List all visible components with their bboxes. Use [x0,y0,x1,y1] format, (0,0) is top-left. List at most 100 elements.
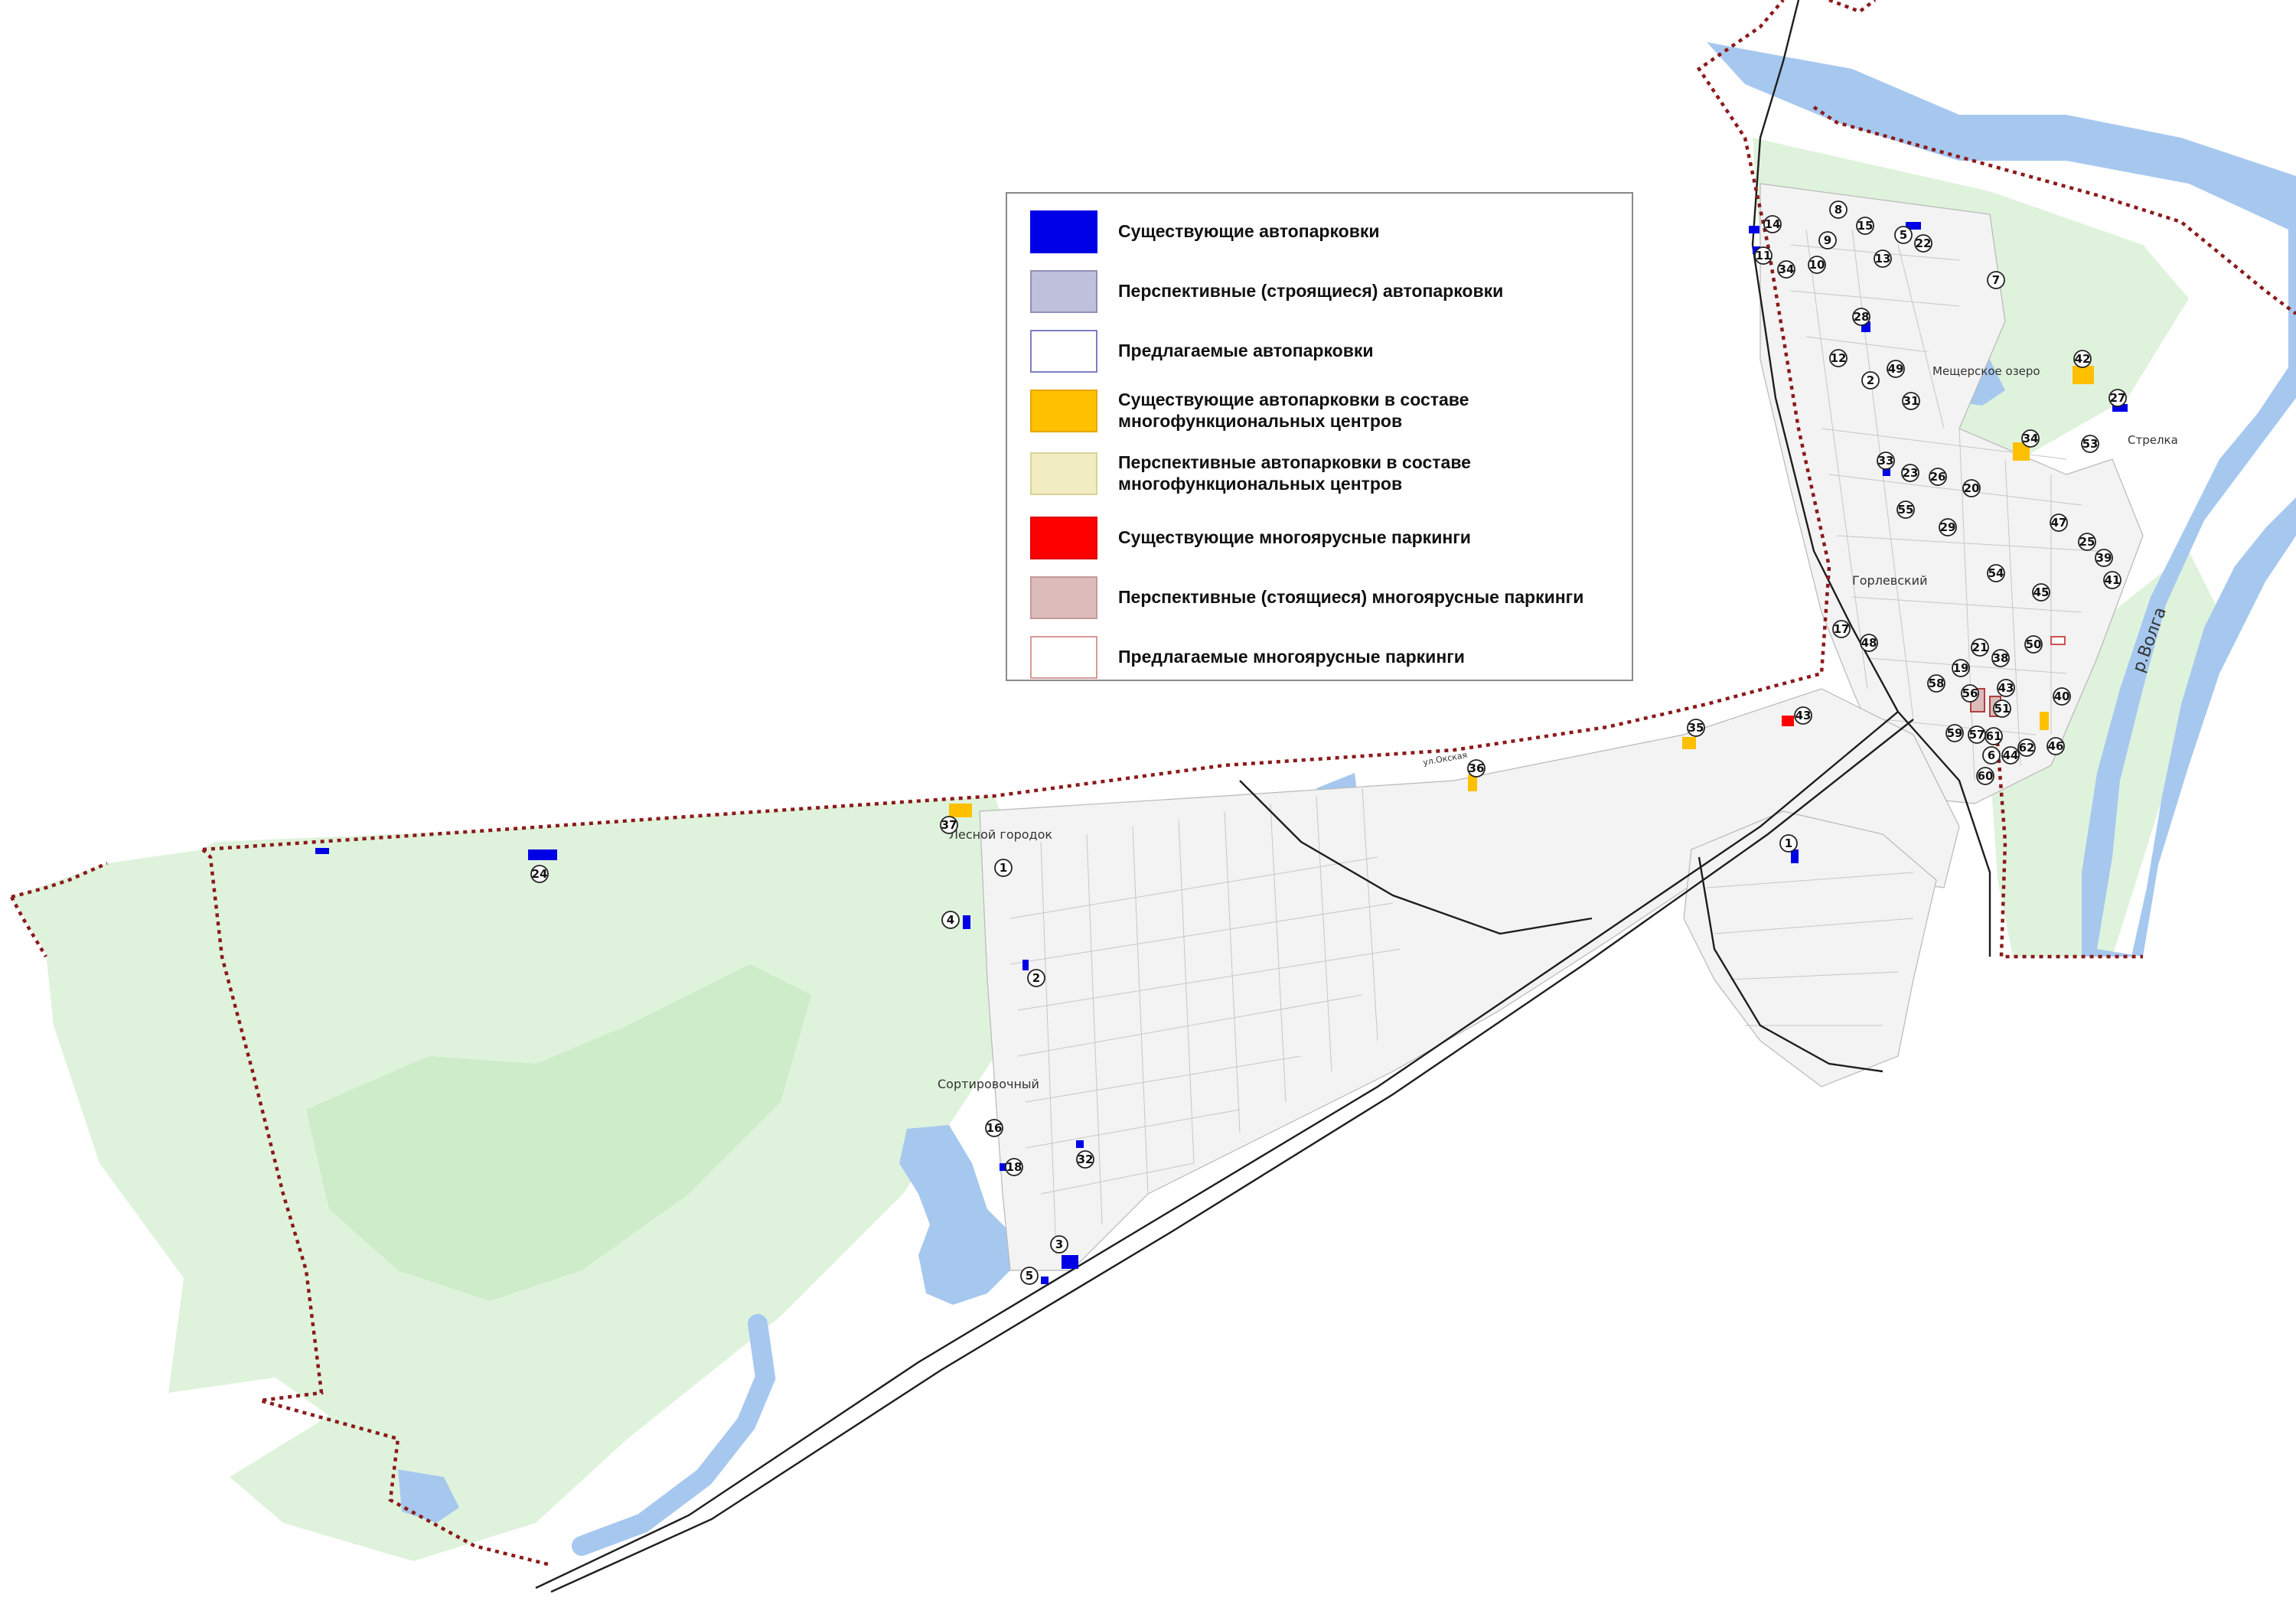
legend-label: Перспективные автопарковки в составе мно… [1118,452,1471,494]
marker-number: 34 [2023,432,2039,445]
legend-label: Предлагаемые многоярусные паркинги [1118,647,1465,667]
parking-number-marker: 26 [1929,468,1947,486]
parking-number-marker: 34 [2021,429,2040,448]
marker-number: 62 [2019,741,2035,755]
parking-number-marker: 59 [1945,724,1964,742]
marker-number: 3 [1055,1237,1063,1251]
marker-number: 45 [2033,585,2050,599]
marker-number: 31 [1903,394,1919,408]
parking-number-marker: 2 [1861,371,1880,390]
parking-existing [1041,1277,1049,1284]
parking-existing [963,915,970,929]
marker-number: 32 [1078,1153,1094,1166]
parking-number-marker: 13 [1874,249,1892,268]
parking-existing [528,849,557,860]
marker-number: 51 [1994,702,2011,716]
multilevel-existing [1782,716,1794,726]
parking-number-marker: 31 [1902,392,1920,410]
marker-number: 58 [1929,677,1945,690]
parking-existing [1749,226,1760,233]
parking-number-marker: 19 [1952,659,1970,677]
marker-number: 47 [2051,516,2067,530]
parking-number-marker: 18 [1005,1158,1023,1176]
marker-number: 28 [1854,310,1870,324]
legend-swatch [1030,636,1097,679]
parking-number-marker: 44 [2001,746,2020,765]
marker-number: 21 [1972,641,1988,654]
parking-number-marker: 48 [1860,634,1878,652]
marker-number: 50 [2026,637,2042,651]
parking-number-marker: 55 [1896,501,1915,519]
marker-number: 14 [1765,217,1781,231]
parking-number-marker: 62 [2017,739,2036,757]
marker-number: 24 [532,867,548,881]
marker-number: 34 [1779,262,1795,276]
parking-number-marker: 36 [1467,759,1486,778]
marker-number: 27 [2110,391,2126,405]
marker-number: 29 [1940,520,1956,534]
marker-number: 23 [1903,466,1919,480]
multilevel-proposed [2050,636,2066,645]
marker-number: 16 [987,1121,1003,1135]
marker-number: 61 [1986,729,2002,743]
parking-number-marker: 28 [1852,308,1870,326]
marker-number: 9 [1824,233,1831,247]
parking-number-marker: 2 [1027,969,1045,987]
legend-swatch [1030,210,1097,253]
marker-number: 41 [2105,573,2121,587]
marker-number: 33 [1878,454,1894,468]
parking-number-marker: 3 [1050,1235,1068,1254]
legend-item-planned-parking: Перспективные (строящиеся) автопарковки [1007,262,1632,316]
marker-number: 57 [1969,728,1985,742]
parking-number-marker: 6 [1982,746,2001,765]
marker-number: 43 [1795,709,1812,722]
parking-number-marker: 34 [1777,260,1795,279]
parking-existing [1062,1255,1078,1269]
parking-number-marker: 50 [2024,635,2043,654]
marker-number: 10 [1809,258,1825,272]
parking-number-marker: 46 [2047,737,2065,755]
parking-number-marker: 56 [1961,684,1979,703]
marker-number: 7 [1992,273,2000,287]
parking-number-marker: 20 [1962,479,1981,497]
legend-label: Существующие автопарковки [1118,221,1380,241]
parking-number-marker: 23 [1901,464,1919,482]
parking-existing [1022,960,1029,970]
legend-label: Существующие многоярусные паркинги [1118,527,1471,547]
parking-number-marker: 43 [1997,679,2015,697]
parking-number-marker: 43 [1794,706,1812,725]
parking-number-marker: 32 [1076,1150,1094,1169]
marker-number: 15 [1857,219,1874,233]
parking-number-marker: 1 [1779,834,1798,853]
legend-item-mfc-planned-parking: Перспективные автопарковки в составе мно… [1007,445,1632,498]
parking-number-marker: 11 [1754,246,1773,265]
marker-number: 56 [1962,686,1978,700]
map-legend: Существующие автопарковки Перспективные … [1006,192,1633,681]
parking-number-marker: 57 [1968,726,1986,744]
marker-number: 53 [2082,437,2099,451]
legend-swatch [1030,517,1097,559]
parking-number-marker: 8 [1829,201,1848,219]
marker-number: 35 [1688,721,1704,735]
parking-number-marker: 14 [1763,215,1782,233]
parking-number-marker: 37 [940,816,958,834]
marker-number: 19 [1953,661,1969,675]
legend-swatch [1030,270,1097,313]
legend-swatch [1030,452,1097,495]
legend-swatch [1030,390,1097,432]
parking-number-marker: 15 [1856,217,1874,235]
marker-number: 46 [2048,739,2064,753]
parking-existing [1076,1140,1084,1148]
marker-number: 22 [1916,236,1932,250]
marker-number: 37 [941,818,957,832]
parking-number-marker: 40 [2053,687,2071,706]
marker-number: 6 [1988,748,1995,762]
marker-number: 1 [1000,861,1007,875]
marker-number: 60 [1978,769,1994,783]
parking-number-marker: 10 [1808,256,1826,274]
legend-label: Предлагаемые автопарковки [1118,341,1374,360]
label-meshcherskoe-lake: Мещерское озеро [1932,364,2040,378]
parking-number-marker: 51 [1993,699,2011,718]
marker-number: 39 [2096,551,2112,565]
marker-number: 26 [1930,470,1946,484]
